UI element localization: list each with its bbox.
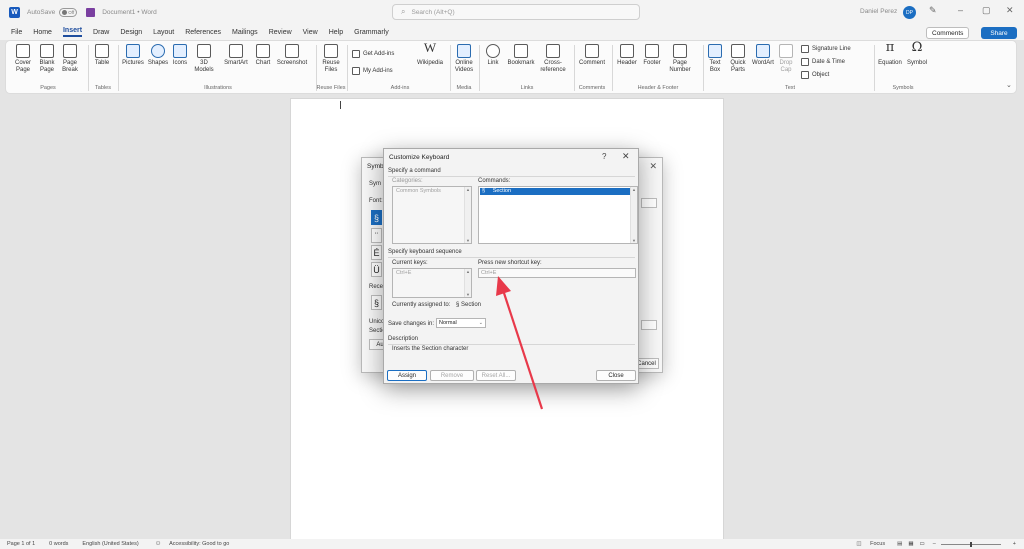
accessibility-label: Accessibility: Good to go	[169, 541, 230, 547]
accessibility-icon: ⚇	[155, 541, 161, 547]
zoom-thumb[interactable]	[969, 541, 972, 547]
status-right: ◫ Focus ▤ ▦ ▭ – +	[849, 539, 1016, 549]
page-count[interactable]: Page 1 of 1	[7, 541, 35, 547]
accessibility-status[interactable]: ⚇ Accessibility: Good to go	[149, 541, 230, 547]
arrow-head	[496, 276, 511, 296]
language-status[interactable]: English (United States)	[82, 541, 138, 547]
focus-button[interactable]: ◫ Focus	[856, 541, 885, 547]
annotation-arrow	[496, 276, 544, 410]
zoom-slider[interactable]	[940, 541, 1001, 547]
arrow-shaft	[501, 289, 544, 410]
word-count[interactable]: 0 words	[49, 541, 68, 547]
focus-label: Focus	[870, 541, 886, 547]
web-layout-icon[interactable]: ▭	[920, 541, 925, 547]
zoom-in-icon[interactable]: +	[1013, 541, 1016, 547]
read-mode-icon[interactable]: ▤	[897, 541, 902, 547]
status-bar: Page 1 of 1 0 words English (United Stat…	[0, 539, 1024, 549]
zoom-out-icon[interactable]: –	[933, 541, 936, 547]
print-layout-icon[interactable]: ▦	[908, 541, 913, 547]
